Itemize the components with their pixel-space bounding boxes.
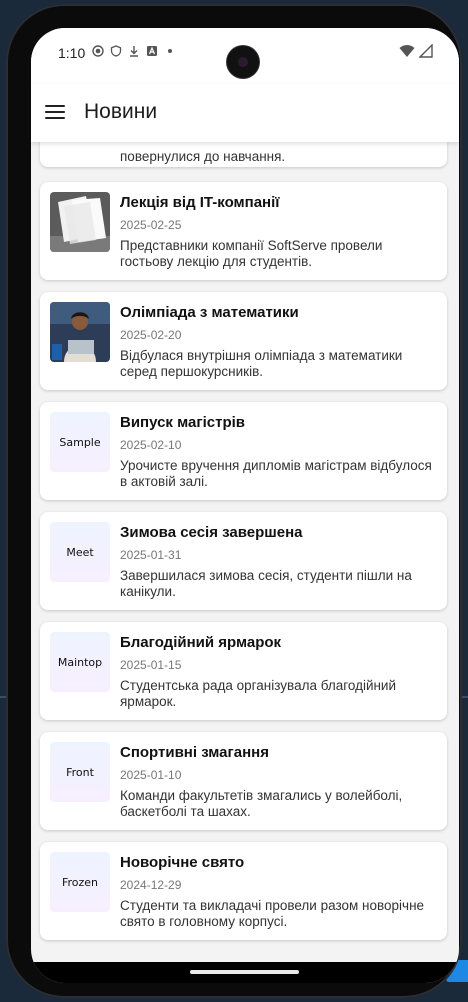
news-card-date: 2025-02-25 [120,218,182,232]
news-thumbnail-placeholder: Sample [50,412,110,472]
news-card-description: Відбулася внутрішня олімпіада з математи… [120,348,403,379]
app-bar: Новини [31,84,459,142]
thumbnail-label: Front [66,765,94,779]
menu-icon[interactable] [43,101,67,125]
news-card-description: Студенти та викладачі провели разом ново… [120,898,425,929]
signal-icon [419,44,433,58]
home-gesture-handle[interactable] [190,970,299,974]
news-card-date: 2025-01-31 [120,548,182,562]
news-card-title: Спортивні змагання [120,744,269,761]
thumbnail-label: Frozen [61,875,99,889]
thumbnail-label: Maintop [57,655,103,669]
news-card-title: Новорічне свято [120,854,245,871]
status-left-icons [92,45,176,57]
news-card[interactable]: Maintop Благодійний ярмарок 2025-01-15 С… [40,622,447,720]
phone-screen: 1:10 Новини повернулися до навчання. Лек… [31,28,459,983]
news-card-title: Випуск магістрів [120,414,245,431]
page-title: Новини [84,100,158,123]
news-card[interactable]: Лекція від IT-компанії 2025-02-25 Предст… [40,182,447,280]
wifi-icon [399,45,415,57]
news-card[interactable]: Sample Випуск магістрів 2025-02-10 Урочи… [40,402,447,500]
news-card-description: Команди факультетів змагались у волейбол… [120,788,403,819]
status-time: 1:10 [58,45,86,61]
news-card[interactable]: Frozen Новорічне свято 2024-12-29 Студен… [40,842,447,940]
news-card-date: 2024-12-29 [120,878,182,892]
news-card-title: Благодійний ярмарок [120,634,282,651]
news-card[interactable]: Meet Зимова сесія завершена 2025-01-31 З… [40,512,447,610]
news-card[interactable]: Front Спортивні змагання 2025-01-10 Кома… [40,732,447,830]
phone-frame: 1:10 Новини повернулися до навчання. Лек… [6,4,462,998]
dot-icon [168,49,172,53]
news-card-description: повернулися до навчання. [120,149,286,164]
news-thumbnail-placeholder: Front [50,742,110,802]
record-icon [92,45,104,57]
news-card-description: Студентська рада організувала благодійни… [120,678,397,709]
status-bar: 1:10 [31,28,459,84]
news-thumbnail-student [50,302,110,362]
front-camera [227,46,259,78]
news-card-description: Представники компанії SoftServe провели … [120,238,383,269]
news-thumbnail-placeholder: Meet [50,522,110,582]
news-thumbnail-papers [50,192,110,252]
news-list[interactable]: повернулися до навчання. Лекція від IT-к… [31,142,459,962]
news-card-date: 2025-02-20 [120,328,182,342]
status-right-icons [399,44,433,58]
navigation-bar [31,962,459,983]
news-card-partial[interactable]: повернулися до навчання. [40,142,447,167]
news-card-description: Урочисте вручення дипломів магістрам від… [120,458,432,489]
news-thumbnail-placeholder: Frozen [50,852,110,912]
shield-icon [110,45,122,57]
news-card-title: Олімпіада з математики [120,304,299,321]
thumbnail-label: Sample [59,435,101,449]
font-icon [147,46,157,56]
news-thumbnail-placeholder: Maintop [50,632,110,692]
news-card[interactable]: Олімпіада з математики 2025-02-20 Відбул… [40,292,447,390]
news-card-date: 2025-01-15 [120,658,182,672]
news-card-description: Завершилася зимова сесія, студенти пішли… [120,568,412,599]
news-card-date: 2025-02-10 [120,438,182,452]
news-card-title: Лекція від IT-компанії [120,194,280,211]
news-card-title: Зимова сесія завершена [120,524,303,541]
news-card-date: 2025-01-10 [120,768,182,782]
download-icon [130,46,138,57]
thumbnail-label: Meet [66,545,94,559]
